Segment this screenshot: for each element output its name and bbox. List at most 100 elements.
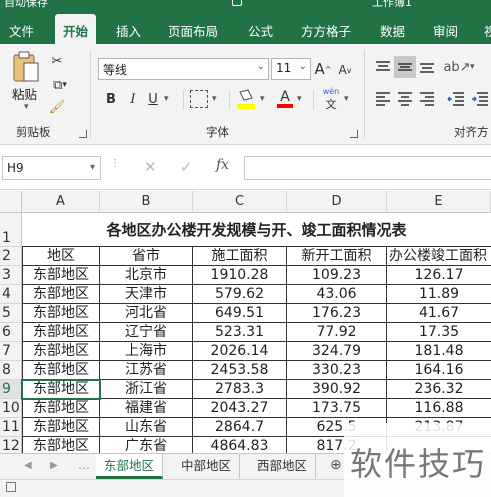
table-cell[interactable]: 辽宁省 <box>100 323 193 342</box>
table-cell[interactable]: 浙江省 <box>100 380 193 399</box>
table-cell[interactable]: 579.62 <box>193 285 287 304</box>
font-size-combo[interactable]: 11 ⌄ <box>271 58 311 80</box>
paste-label[interactable]: 粘贴 <box>12 84 37 103</box>
table-cell[interactable]: 173.75 <box>287 399 387 418</box>
row-header[interactable]: 2 <box>0 247 22 266</box>
align-center-icon[interactable] <box>396 90 414 108</box>
table-cell[interactable]: 181.48 <box>387 342 491 361</box>
insert-function-icon[interactable]: fx <box>216 157 229 173</box>
row-header[interactable]: 8 <box>0 361 22 380</box>
add-sheet-icon[interactable]: ⊕ <box>330 457 342 473</box>
row-header[interactable]: 7 <box>0 342 22 361</box>
prev-sheet-icon[interactable]: ◀ <box>24 460 32 471</box>
table-cell[interactable]: 江苏省 <box>100 361 193 380</box>
tab-home[interactable]: 开始 <box>55 14 97 44</box>
header-cell[interactable]: 施工面积 <box>193 247 287 266</box>
more-sheets-icon[interactable]: … <box>78 458 90 472</box>
decrease-indent-icon[interactable] <box>446 90 466 108</box>
row-header[interactable]: 9 <box>0 380 22 399</box>
paste-dropdown-icon[interactable]: ▾ <box>24 102 29 112</box>
table-cell[interactable]: 广东省 <box>100 437 193 453</box>
table-cell[interactable]: 4864.83 <box>193 437 287 453</box>
tab-fangfang[interactable]: 方方格子 <box>301 21 351 40</box>
tab-data[interactable]: 数据 <box>380 21 405 40</box>
column-header-d[interactable]: D <box>287 191 387 213</box>
tab-formulas[interactable]: 公式 <box>248 21 273 40</box>
sheet-tab-central[interactable]: 中部地区 <box>173 454 241 478</box>
table-cell[interactable]: 东部地区 <box>22 323 100 342</box>
cut-icon[interactable]: ✂ <box>48 52 66 70</box>
clipboard-launcher-icon[interactable] <box>79 130 87 138</box>
row-header[interactable]: 11 <box>0 418 22 437</box>
tab-insert[interactable]: 插入 <box>116 21 141 40</box>
underline-dropdown-icon[interactable]: ▾ <box>164 94 169 104</box>
row-header[interactable]: 6 <box>0 323 22 342</box>
fill-color-icon[interactable] <box>236 88 256 110</box>
name-box[interactable]: H9 ▾ <box>2 156 101 180</box>
table-cell[interactable]: 东部地区 <box>22 342 100 361</box>
next-sheet-icon[interactable]: ▶ <box>50 460 58 471</box>
table-cell[interactable]: 东部地区 <box>22 418 100 437</box>
row-header[interactable]: 1 <box>0 213 22 247</box>
font-name-combo[interactable]: 等线 ⌄ <box>98 58 269 80</box>
column-header-b[interactable]: B <box>100 191 193 213</box>
table-cell[interactable]: 上海市 <box>100 342 193 361</box>
table-cell[interactable]: 236.32 <box>387 380 491 399</box>
table-cell[interactable]: 东部地区 <box>22 380 100 399</box>
column-header-e[interactable]: E <box>387 191 491 213</box>
header-cell[interactable]: 新开工面积 <box>287 247 387 266</box>
table-cell[interactable]: 77.92 <box>287 323 387 342</box>
column-header-a[interactable]: A <box>22 191 100 213</box>
table-cell[interactable]: 176.23 <box>287 304 387 323</box>
table-cell[interactable]: 天津市 <box>100 285 193 304</box>
cancel-icon[interactable]: ✕ <box>144 158 157 176</box>
table-cell[interactable]: 1910.28 <box>193 266 287 285</box>
table-cell[interactable]: 41.67 <box>387 304 491 323</box>
tab-file[interactable]: 文件 <box>9 21 34 40</box>
orientation-dropdown-icon[interactable]: ▾ <box>470 62 475 72</box>
row-header[interactable]: 12 <box>0 437 22 453</box>
table-cell[interactable]: 2043.27 <box>193 399 287 418</box>
sheet-tab-east[interactable]: 东部地区 <box>96 454 164 479</box>
table-cell[interactable]: 2026.14 <box>193 342 287 361</box>
drag-handle-icon[interactable]: ⋮ <box>110 158 120 169</box>
row-header[interactable]: 3 <box>0 266 22 285</box>
table-cell[interactable]: 109.23 <box>287 266 387 285</box>
table-cell[interactable]: 东部地区 <box>22 399 100 418</box>
table-cell[interactable]: 17.35 <box>387 323 491 342</box>
align-left-icon[interactable] <box>374 90 392 108</box>
save-icon[interactable] <box>232 0 242 6</box>
align-right-icon[interactable] <box>418 90 436 108</box>
table-cell[interactable]: 11.89 <box>387 285 491 304</box>
borders-dropdown-icon[interactable]: ▾ <box>212 94 217 104</box>
table-cell[interactable]: 2783.3 <box>193 380 287 399</box>
tab-review[interactable]: 审阅 <box>433 21 458 40</box>
table-cell[interactable]: 东部地区 <box>22 361 100 380</box>
table-cell[interactable]: 福建省 <box>100 399 193 418</box>
borders-icon[interactable] <box>190 90 208 108</box>
increase-indent-icon[interactable] <box>470 90 490 108</box>
select-all-corner[interactable] <box>0 191 22 213</box>
table-cell[interactable]: 东部地区 <box>22 266 100 285</box>
italic-button[interactable]: I <box>126 90 140 108</box>
decrease-font-icon[interactable]: Av <box>336 60 354 80</box>
header-cell[interactable]: 省市 <box>100 247 193 266</box>
bold-button[interactable]: B <box>104 90 118 108</box>
fill-color-dropdown-icon[interactable]: ▾ <box>260 94 265 104</box>
table-cell[interactable]: 北京市 <box>100 266 193 285</box>
table-cell[interactable]: 山东省 <box>100 418 193 437</box>
table-cell[interactable]: 2864.7 <box>193 418 287 437</box>
font-color-dropdown-icon[interactable]: ▾ <box>297 94 302 104</box>
table-title[interactable]: 各地区办公楼开发规模与开、竣工面积情况表 <box>22 213 491 247</box>
row-header[interactable]: 4 <box>0 285 22 304</box>
underline-button[interactable]: U <box>146 90 160 108</box>
row-header[interactable]: 5 <box>0 304 22 323</box>
table-cell[interactable]: 43.06 <box>287 285 387 304</box>
font-color-icon[interactable]: A <box>276 88 294 110</box>
increase-font-icon[interactable]: A ^ <box>314 58 332 80</box>
table-cell[interactable]: 东部地区 <box>22 437 100 453</box>
column-header-c[interactable]: C <box>193 191 287 213</box>
align-middle-icon[interactable] <box>394 56 416 78</box>
align-top-icon[interactable] <box>374 58 392 76</box>
table-cell[interactable]: 649.51 <box>193 304 287 323</box>
